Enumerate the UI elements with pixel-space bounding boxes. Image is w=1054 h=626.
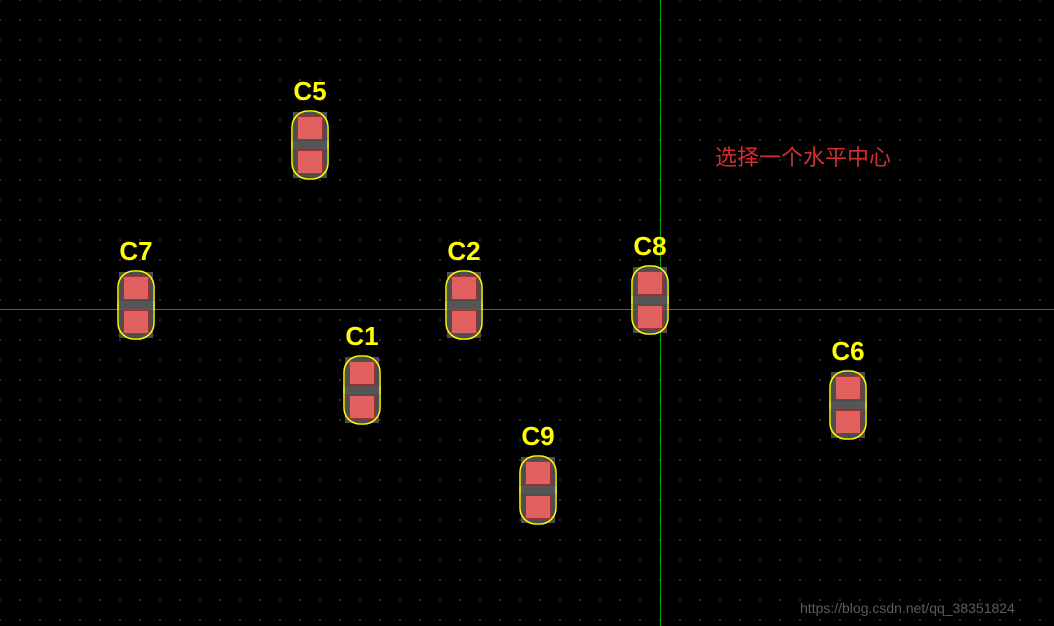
pad-top [637,271,663,295]
pcb-canvas[interactable]: C7 C5 C1 C2 C9 C8 C6 选择一个水平中心 https://bl… [0,0,1054,626]
pad-bottom [835,410,861,434]
pad-bottom [297,150,323,174]
pad-top [835,376,861,400]
pad-bottom [451,310,477,334]
pad-top [349,361,375,385]
watermark-text: https://blog.csdn.net/qq_38351824 [800,600,1015,616]
component-bar [343,386,381,394]
pad-bottom [525,495,551,519]
component-c2[interactable] [445,270,483,340]
component-bar [117,301,155,309]
component-c6[interactable] [829,370,867,440]
pad-top [525,461,551,485]
pad-top [451,276,477,300]
component-bar [445,301,483,309]
component-c7[interactable] [117,270,155,340]
component-label: C8 [633,231,666,262]
component-label: C6 [831,336,864,367]
annotation-text: 选择一个水平中心 [715,140,891,172]
pad-top [123,276,149,300]
dot-grid [0,0,1054,626]
crosshair-horizontal [0,309,1054,310]
component-label: C5 [293,76,326,107]
pad-bottom [349,395,375,419]
pad-top [297,116,323,140]
component-c8[interactable] [631,265,669,335]
component-bar [829,401,867,409]
component-label: C2 [447,236,480,267]
component-label: C9 [521,421,554,452]
component-bar [631,296,669,304]
component-label: C1 [345,321,378,352]
component-c1[interactable] [343,355,381,425]
component-bar [291,141,329,149]
component-c5[interactable] [291,110,329,180]
component-label: C7 [119,236,152,267]
pad-bottom [123,310,149,334]
pad-bottom [637,305,663,329]
component-c9[interactable] [519,455,557,525]
component-bar [519,486,557,494]
